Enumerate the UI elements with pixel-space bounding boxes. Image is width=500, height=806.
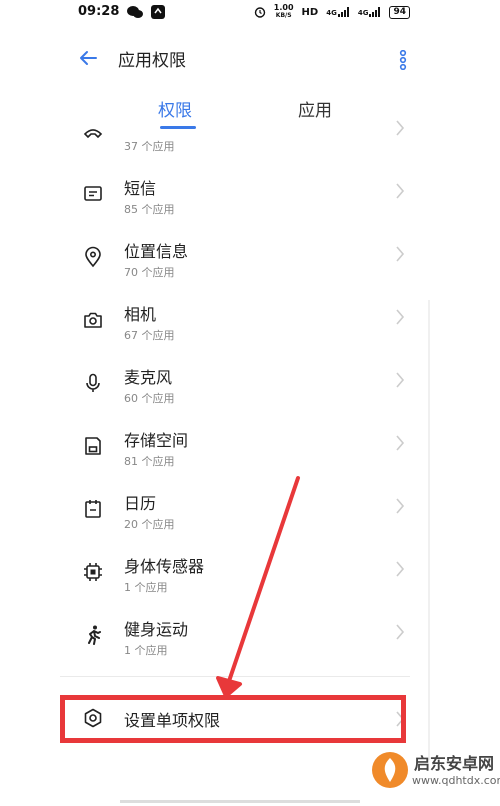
permission-label: 短信 (124, 179, 157, 198)
permission-row-calendar[interactable]: 日历 20 个应用 (60, 476, 420, 539)
permission-row-body-sensor[interactable]: 身体传感器 1 个应用 (60, 539, 420, 602)
page-title: 应用权限 (118, 51, 186, 71)
storage-icon (85, 437, 101, 455)
battery-indicator: 94 (389, 5, 410, 19)
highlight-annotation-box (60, 695, 406, 743)
chevron-right-icon (396, 183, 405, 199)
signal-icon (337, 7, 349, 17)
hd-indicator: HD (301, 6, 319, 18)
chevron-right-icon (396, 120, 405, 136)
more-options-icon[interactable] (396, 50, 410, 70)
bottom-nav-indicator (120, 800, 360, 803)
permission-row-camera[interactable]: 相机 67 个应用 (60, 287, 420, 350)
permission-label: 相机 (124, 305, 157, 324)
alarm-icon (254, 7, 265, 18)
signal-icon (369, 7, 381, 17)
permission-label: 健身运动 (124, 620, 189, 639)
watermark-url: www.qdhtdx.com (412, 774, 500, 787)
permission-count: 60 个应用 (124, 392, 175, 405)
net-speed-value: 1.00 (273, 3, 294, 12)
chevron-right-icon (396, 435, 405, 451)
wechat-icon (127, 5, 144, 18)
signal-indicator-1: 4G (326, 7, 350, 17)
status-time: 09:28 (78, 4, 120, 19)
chevron-right-icon (396, 246, 405, 262)
chevron-right-icon (396, 561, 405, 577)
permission-count: 85 个应用 (124, 203, 175, 216)
message-icon (84, 186, 102, 201)
phone-icon (83, 129, 103, 139)
permission-label: 身体传感器 (124, 557, 205, 576)
permission-row-storage[interactable]: 存储空间 81 个应用 (60, 413, 420, 476)
watermark-name: 启东安卓网 (414, 754, 495, 773)
permission-row-sms[interactable]: 短信 85 个应用 (60, 161, 420, 224)
permission-row-fitness[interactable]: 健身运动 1 个应用 (60, 602, 420, 665)
microphone-icon (86, 373, 100, 392)
net-speed: 1.00 KB/S (274, 4, 294, 20)
permission-count: 1 个应用 (124, 581, 168, 594)
location-icon (85, 246, 101, 268)
permission-count: 37 个应用 (124, 140, 175, 153)
permission-count: 20 个应用 (124, 518, 175, 531)
permission-row-phone[interactable]: 37 个应用 (60, 98, 420, 161)
status-bar: 09:28 1.00 KB/S HD 4G 4G 94 (0, 0, 500, 26)
back-arrow-icon[interactable] (78, 48, 98, 68)
status-right: 1.00 KB/S HD 4G 4G 94 (254, 4, 410, 20)
chevron-right-icon (396, 309, 405, 325)
chevron-right-icon (396, 624, 405, 640)
watermark-logo-icon (372, 752, 408, 788)
permission-count: 81 个应用 (124, 455, 175, 468)
permission-row-location[interactable]: 位置信息 70 个应用 (60, 224, 420, 287)
watermark: 启东安卓网 www.qdhtdx.com (370, 744, 500, 800)
permission-count: 1 个应用 (124, 644, 168, 657)
permission-label: 麦克风 (124, 368, 173, 387)
permission-label: 位置信息 (124, 242, 189, 261)
camera-icon (84, 312, 102, 328)
app-header: 应用权限 (0, 38, 500, 78)
scrollbar-track (428, 300, 430, 760)
fitness-icon (88, 625, 101, 645)
calendar-icon (85, 500, 101, 518)
permission-count: 67 个应用 (124, 329, 175, 342)
permission-label: 存储空间 (124, 431, 189, 450)
status-left: 09:28 (78, 4, 166, 19)
app-notification-icon (151, 4, 166, 19)
signal-indicator-2: 4G (358, 7, 382, 17)
permission-row-microphone[interactable]: 麦克风 60 个应用 (60, 350, 420, 413)
sensor-icon (84, 563, 102, 581)
net-speed-unit: KB/S (275, 12, 292, 19)
permission-count: 70 个应用 (124, 266, 175, 279)
permission-label: 日历 (124, 494, 157, 513)
list-divider (60, 676, 410, 677)
chevron-right-icon (396, 372, 405, 388)
chevron-right-icon (396, 498, 405, 514)
